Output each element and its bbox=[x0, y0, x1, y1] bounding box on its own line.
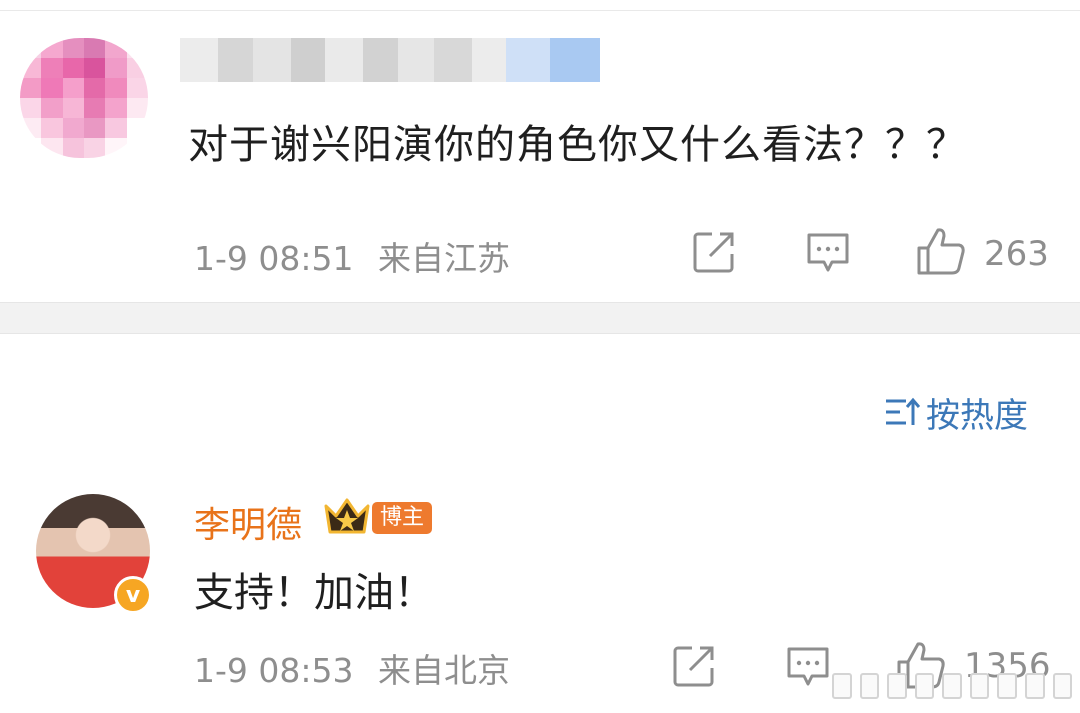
post-timestamp: 1-9 08:51 bbox=[194, 239, 354, 278]
comment-location: 来自北京 bbox=[378, 651, 510, 690]
comment-share-icon[interactable] bbox=[672, 644, 716, 688]
comment-icon[interactable] bbox=[806, 232, 850, 274]
post-card: 对于谢兴阳演你的角色你又什么看法？？？ 1-9 08:51 来自江苏 263 bbox=[0, 0, 1080, 302]
commenter-name[interactable]: 李明德 bbox=[194, 496, 302, 548]
sort-label: 按热度 bbox=[926, 395, 1028, 436]
blurred-username[interactable] bbox=[180, 38, 600, 82]
section-divider bbox=[0, 302, 1080, 334]
like-icon[interactable] bbox=[916, 226, 966, 276]
post-location: 来自江苏 bbox=[378, 239, 510, 278]
comment-timestamp: 1-9 08:53 bbox=[194, 651, 354, 690]
crown-icon bbox=[324, 498, 370, 534]
post-text: 对于谢兴阳演你的角色你又什么看法？？？ bbox=[188, 122, 967, 168]
watermark-overlay bbox=[832, 668, 1073, 704]
sort-icon bbox=[886, 397, 920, 425]
post-like-count: 263 bbox=[984, 234, 1049, 274]
comment-text: 支持！加油！ bbox=[194, 570, 434, 616]
verified-badge-icon: v bbox=[114, 576, 152, 614]
comment-meta: 1-9 08:53 来自北京 bbox=[194, 644, 510, 692]
blogger-badge: 博主 bbox=[372, 502, 433, 534]
post-meta: 1-9 08:51 来自江苏 bbox=[194, 232, 510, 280]
blurred-avatar[interactable] bbox=[20, 38, 148, 158]
comment-reply-icon[interactable] bbox=[786, 646, 830, 688]
sort-button[interactable]: 按热度 bbox=[884, 390, 1028, 436]
share-icon[interactable] bbox=[692, 230, 736, 274]
